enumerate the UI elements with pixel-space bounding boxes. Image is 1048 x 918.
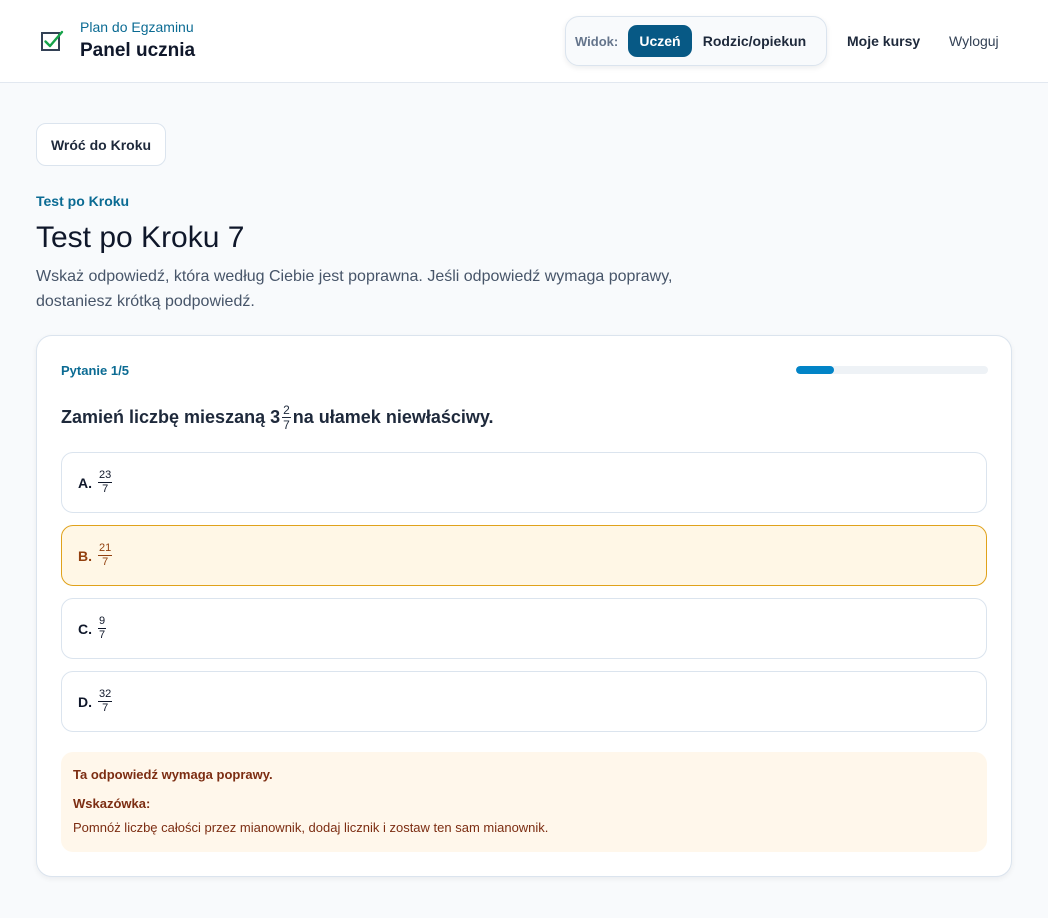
answer-option-c[interactable]: C. 9 7 (61, 598, 987, 659)
feedback-heading: Ta odpowiedź wymaga poprawy. (73, 767, 273, 782)
top-header: Plan do Egzaminu Panel ucznia Widok: Ucz… (0, 0, 1048, 83)
brand-subtitle: Plan do Egzaminu (80, 19, 194, 35)
question-text-before: Zamień liczbę mieszaną 3 (61, 406, 281, 427)
option-denominator: 7 (99, 629, 106, 641)
option-denominator: 7 (102, 483, 109, 495)
option-denominator: 7 (102, 702, 109, 714)
option-fraction: 21 7 (98, 542, 113, 568)
back-to-step-button[interactable]: Wróć do Kroku (36, 123, 166, 166)
option-numerator: 9 (98, 615, 107, 629)
nav-my-courses-link[interactable]: Moje kursy (847, 33, 920, 49)
view-switch: Widok: Uczeń Rodzic/opiekun (565, 16, 827, 66)
hint-text: Pomnóż liczbę całości przez mianownik, d… (73, 820, 549, 835)
option-letter: B. (78, 547, 92, 564)
checkbox-checked-icon (40, 29, 64, 53)
option-fraction: 32 7 (98, 688, 113, 714)
option-letter: D. (78, 693, 92, 710)
option-numerator: 21 (98, 542, 113, 556)
view-switch-label: Widok: (575, 34, 619, 49)
hint-label: Wskazówka: (73, 796, 151, 811)
question-counter: Pytanie 1/5 (61, 363, 129, 378)
view-parent-button[interactable]: Rodzic/opiekun (702, 25, 807, 57)
option-numerator: 32 (98, 688, 113, 702)
page-description: Wskaż odpowiedź, która według Ciebie jes… (36, 268, 673, 310)
feedback-hint-box: Ta odpowiedź wymaga poprawy. Wskazówka: … (61, 752, 987, 852)
quiz-progress-fill (796, 366, 835, 374)
question-text: Zamień liczbę mieszaną 3 2 7 na ułamek n… (61, 398, 494, 436)
question-fraction: 2 7 (282, 404, 291, 431)
answer-option-d[interactable]: D. 32 7 (61, 671, 987, 732)
option-fraction: 9 7 (98, 615, 107, 641)
nav-logout-link[interactable]: Wyloguj (949, 33, 999, 49)
question-fraction-denominator: 7 (283, 417, 290, 432)
option-denominator: 7 (102, 556, 109, 568)
view-student-button[interactable]: Uczeń (628, 25, 692, 57)
option-fraction: 23 7 (98, 469, 113, 495)
page-eyebrow: Test po Kroku (36, 193, 130, 209)
option-letter: A. (78, 474, 92, 491)
question-fraction-numerator: 2 (282, 402, 291, 418)
question-text-after: na ułamek niewłaściwy. (292, 406, 494, 427)
brand-title: Panel ucznia (80, 40, 196, 61)
option-numerator: 23 (98, 469, 113, 483)
quiz-card: Pytanie 1/5 Zamień liczbę mieszaną 3 2 7… (36, 335, 1012, 877)
option-letter: C. (78, 620, 92, 637)
answer-option-a[interactable]: A. 23 7 (61, 452, 987, 513)
quiz-progress-bar (796, 366, 988, 374)
page-title: Test po Kroku 7 (36, 221, 245, 254)
answer-option-b[interactable]: B. 21 7 (61, 525, 987, 586)
